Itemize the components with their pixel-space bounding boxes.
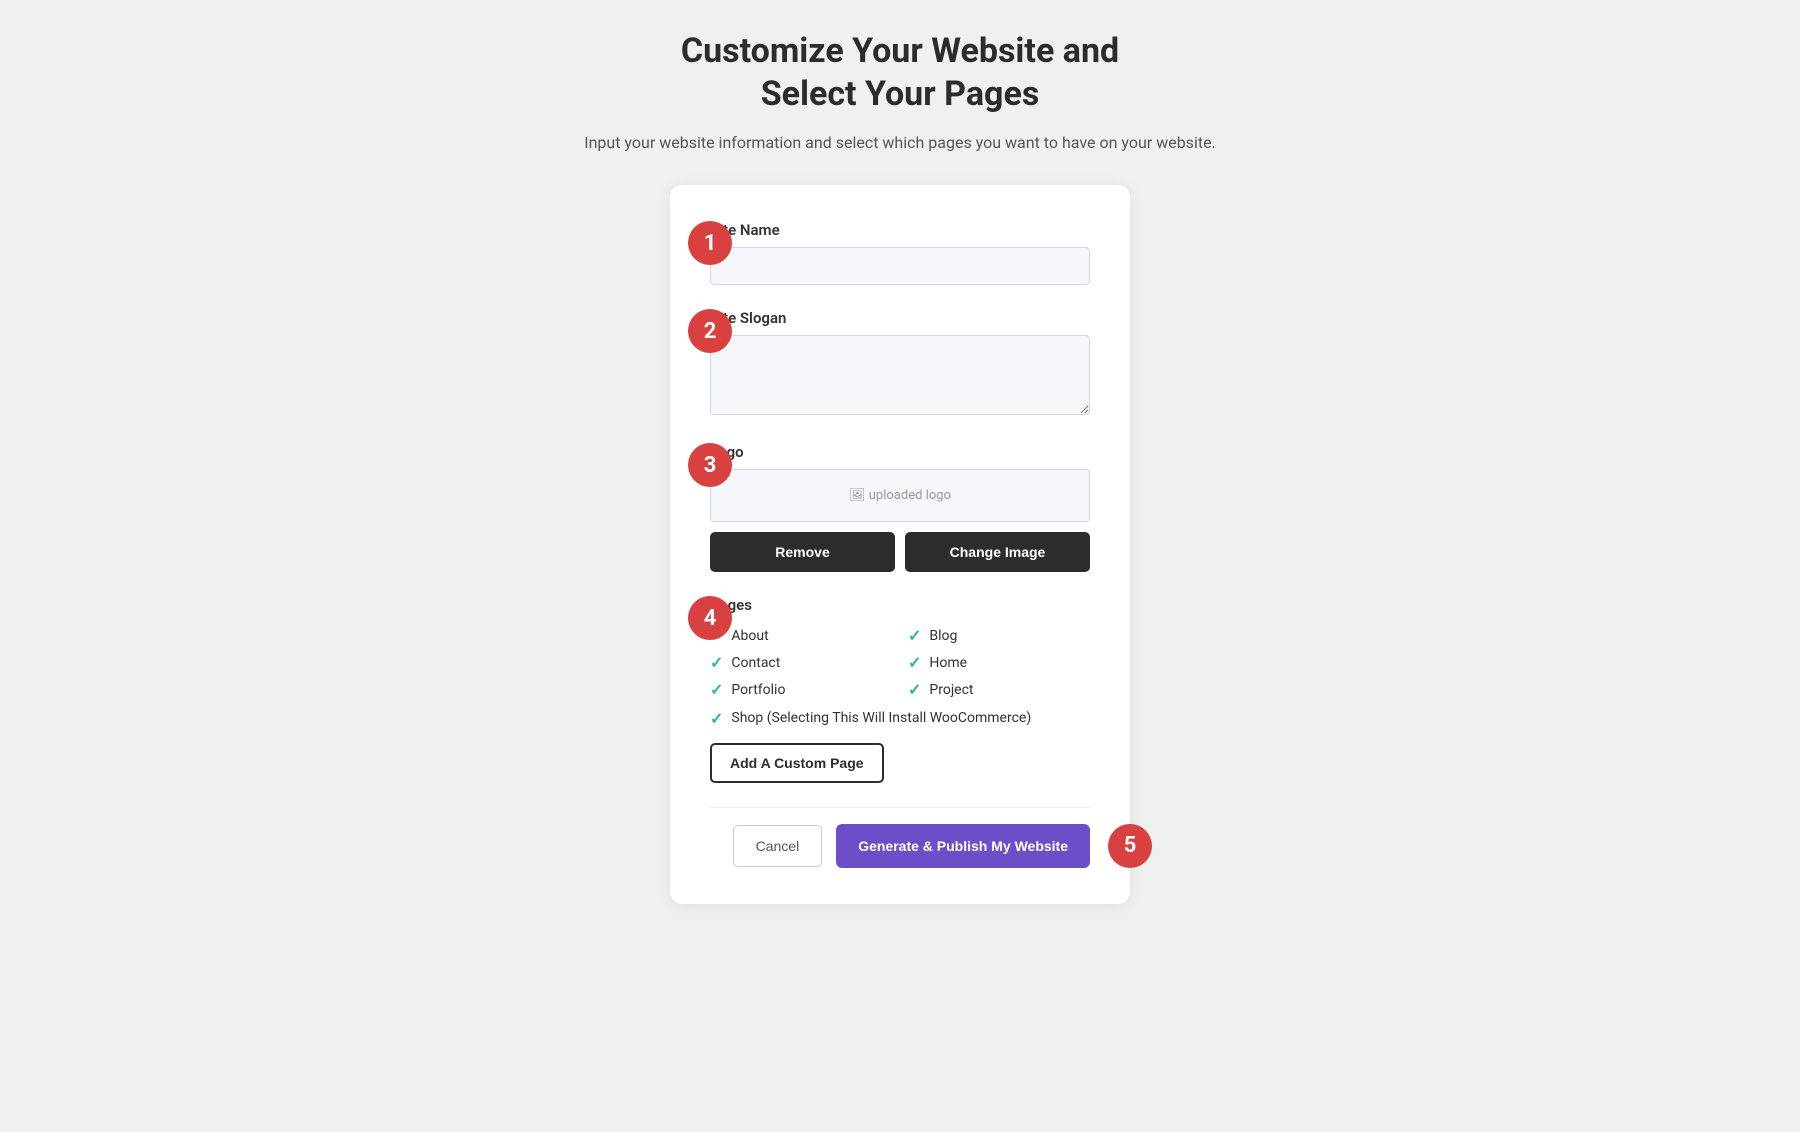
change-image-button[interactable]: Change Image (905, 532, 1090, 572)
pages-grid: ✓ About ✓ Blog ✓ Contact ✓ Home ✓ Portfo… (710, 626, 1090, 699)
list-item: ✓ Project (908, 680, 1090, 699)
page-name: Blog (929, 628, 957, 644)
step-1-badge: 1 (688, 221, 732, 265)
check-icon: ✓ (710, 653, 723, 672)
remove-button[interactable]: Remove (710, 532, 895, 572)
page-name: Home (929, 655, 967, 671)
list-item: ✓ Contact (710, 653, 892, 672)
cancel-button[interactable]: Cancel (733, 825, 823, 867)
logo-section: 3 Logo 🖼 uploaded logo Remove Change Ima… (710, 443, 1090, 572)
logo-preview: 🖼 uploaded logo (710, 469, 1090, 522)
site-slogan-section: 2 Site Slogan (710, 309, 1090, 419)
check-icon: ✓ (908, 680, 921, 699)
shop-page-label: Shop (Selecting This Will Install WooCom… (731, 709, 1031, 729)
check-icon: ✓ (710, 680, 723, 699)
publish-button[interactable]: Generate & Publish My Website (836, 824, 1090, 868)
step-3-badge: 3 (688, 443, 732, 487)
list-item: ✓ About (710, 626, 892, 645)
check-icon: ✓ (908, 653, 921, 672)
add-custom-page-button[interactable]: Add A Custom Page (710, 743, 884, 783)
site-name-label: Site Name (710, 221, 1090, 239)
logo-placeholder-text: 🖼 uploaded logo (849, 488, 951, 503)
page-header: Customize Your Website and Select Your P… (584, 30, 1216, 155)
shop-item: ✓ Shop (Selecting This Will Install WooC… (710, 709, 1090, 729)
page-name: About (731, 628, 768, 644)
logo-buttons: Remove Change Image (710, 532, 1090, 572)
site-name-input[interactable] (710, 247, 1090, 285)
page-name: Portfolio (731, 682, 785, 698)
list-item: ✓ Home (908, 653, 1090, 672)
page-name: Contact (731, 655, 780, 671)
step-5-badge: 5 (1108, 824, 1152, 868)
check-icon: ✓ (710, 709, 723, 728)
page-subtitle: Input your website information and selec… (584, 131, 1216, 155)
check-icon: ✓ (908, 626, 921, 645)
site-name-section: 1 Site Name (710, 221, 1090, 285)
list-item: ✓ Portfolio (710, 680, 892, 699)
step-2-badge: 2 (688, 309, 732, 353)
site-slogan-label: Site Slogan (710, 309, 1090, 327)
page-name: Project (929, 682, 973, 698)
logo-label: Logo (710, 443, 1090, 461)
card-footer: 5 Cancel Generate & Publish My Website (710, 807, 1090, 868)
pages-label: Pages (710, 596, 1090, 614)
page-title: Customize Your Website and Select Your P… (584, 30, 1216, 115)
list-item: ✓ Blog (908, 626, 1090, 645)
site-slogan-textarea[interactable] (710, 335, 1090, 415)
pages-section: 4 Pages ✓ About ✓ Blog ✓ Contact ✓ Home … (710, 596, 1090, 783)
main-card: 1 Site Name 2 Site Slogan 3 Logo 🖼 uploa… (670, 185, 1130, 904)
step-4-badge: 4 (688, 596, 732, 640)
